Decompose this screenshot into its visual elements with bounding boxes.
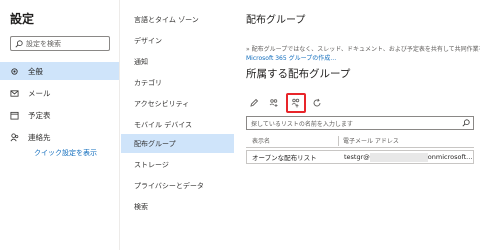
table-row[interactable]: オープンな配布リスト testgr@ onmicrosoft...: [246, 150, 474, 164]
group-email-start: testgr@: [344, 153, 370, 161]
create-group-button[interactable]: [286, 93, 306, 113]
gear-icon: [11, 67, 18, 75]
group-toolbar: [246, 92, 329, 114]
calendar-icon: [10, 111, 19, 120]
category-privacy-data[interactable]: プライバシーとデータ: [121, 176, 234, 195]
settings-title: 設定: [10, 12, 35, 26]
join-group-button[interactable]: [266, 95, 282, 111]
settings-nav-list: 全般 メール 予定表 連絡先: [0, 62, 119, 150]
edit-button[interactable]: [246, 95, 262, 111]
create-group-icon: [291, 98, 300, 108]
category-design[interactable]: デザイン: [121, 31, 234, 50]
nav-item-general[interactable]: 全般: [0, 62, 119, 80]
category-notifications[interactable]: 通知: [121, 52, 234, 71]
category-mobile-devices[interactable]: モバイル デバイス: [121, 115, 234, 134]
nav-item-people[interactable]: 連絡先: [0, 128, 119, 146]
refresh-button[interactable]: [309, 95, 325, 111]
distribution-groups-pane: 配布グループ » 配布グループではなく、スレッド、ドキュメント、および予定表を共…: [236, 0, 480, 250]
nav-item-label: 連絡先: [28, 132, 51, 142]
nav-item-mail[interactable]: メール: [0, 84, 119, 102]
category-categories[interactable]: カテゴリ: [121, 73, 234, 92]
group-email-end: onmicrosoft...: [427, 153, 473, 161]
refresh-icon: [313, 98, 321, 107]
quick-settings-link[interactable]: クイック設定を表示: [34, 148, 97, 158]
category-list: 言語とタイム ゾーン デザイン 通知 カテゴリ アクセシビリティ モバイル デバ…: [121, 0, 234, 250]
mail-icon: [10, 89, 19, 97]
column-divider: [338, 135, 339, 146]
search-icon: [462, 119, 470, 127]
nav-item-label: 予定表: [28, 110, 51, 120]
search-icon: [15, 39, 23, 47]
category-accessibility[interactable]: アクセシビリティ: [121, 94, 234, 113]
create-m365-group-link[interactable]: Microsoft 365 グループの作成…: [246, 53, 336, 62]
filter-placeholder: 探しているリストの名前を入力します: [251, 120, 353, 128]
group-display-name: オープンな配布リスト: [252, 154, 317, 162]
column-header-display-name[interactable]: 表示名: [246, 136, 338, 145]
pencil-icon: [250, 98, 259, 107]
redacted-block: [369, 152, 428, 162]
search-placeholder: 設定を検索: [26, 39, 61, 48]
settings-nav-pane: 設定 設定を検索 全般 メール 予定表 連絡先 クイック設定を表示: [0, 0, 120, 250]
settings-search-input[interactable]: 設定を検索: [10, 36, 110, 51]
nav-item-calendar[interactable]: 予定表: [0, 106, 119, 124]
category-search[interactable]: 検索: [121, 197, 234, 216]
group-filter-input[interactable]: 探しているリストの名前を入力します: [246, 116, 474, 130]
section-title: 所属する配布グループ: [246, 68, 351, 80]
table-header: 表示名 電子メール アドレス: [246, 134, 474, 148]
category-language-time[interactable]: 言語とタイム ゾーン: [121, 10, 234, 29]
join-group-icon: [269, 99, 278, 107]
column-header-email[interactable]: 電子メール アドレス: [343, 136, 399, 145]
category-storage[interactable]: ストレージ: [121, 155, 234, 174]
page-title: 配布グループ: [246, 15, 306, 26]
category-distribution-groups[interactable]: 配布グループ: [121, 134, 234, 153]
nav-item-label: 全般: [28, 66, 43, 76]
people-icon: [10, 132, 19, 141]
description-text: » 配布グループではなく、スレッド、ドキュメント、および予定表を共有して共同作業…: [246, 46, 480, 53]
nav-item-label: メール: [28, 88, 51, 98]
